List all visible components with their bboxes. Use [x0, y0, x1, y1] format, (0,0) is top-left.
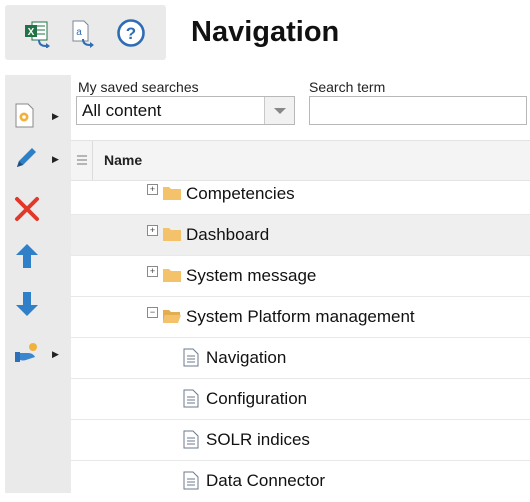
top-toolbar: X a ? — [5, 5, 166, 60]
column-menu-icon[interactable] — [75, 152, 89, 168]
search-term-label: Search term — [309, 79, 386, 95]
delete-icon — [15, 197, 39, 221]
translate-export-icon[interactable]: a — [69, 18, 99, 48]
collapse-icon[interactable]: − — [147, 307, 158, 318]
assign-button[interactable]: ▶ — [5, 333, 71, 373]
tree-row-solr-indices[interactable]: SOLR indices — [71, 420, 530, 461]
dropdown-arrow-icon: ▶ — [52, 154, 59, 164]
assign-icon — [15, 343, 37, 362]
tree-row-label: System message — [186, 266, 317, 285]
saved-searches-value: All content — [82, 101, 162, 120]
tree-row-label: System Platform management — [186, 307, 415, 326]
move-down-button[interactable] — [5, 283, 71, 323]
dropdown-arrow-icon: ▶ — [52, 349, 59, 359]
expand-icon[interactable]: + — [147, 225, 158, 236]
folder-icon — [163, 228, 181, 241]
page-icon — [183, 471, 199, 490]
tree-row-label: Dashboard — [186, 225, 270, 244]
tree-row-configuration[interactable]: Configuration — [71, 379, 530, 420]
svg-text:a: a — [76, 27, 82, 38]
chevron-down-icon[interactable] — [264, 97, 294, 124]
svg-text:?: ? — [126, 24, 136, 43]
tree-row-competencies[interactable]: + Competencies — [71, 174, 530, 215]
new-item-button[interactable]: ▶ — [5, 95, 71, 135]
page-title: Navigation — [191, 16, 340, 48]
dropdown-arrow-icon: ▶ — [52, 111, 59, 121]
page-icon — [183, 348, 199, 367]
tree-row-label: Navigation — [206, 348, 287, 367]
expand-icon[interactable]: + — [147, 184, 158, 195]
tree-row-system-platform-management[interactable]: − System Platform management — [71, 297, 530, 338]
saved-searches-select[interactable]: All content — [76, 96, 295, 125]
new-item-icon — [15, 103, 34, 128]
folder-icon — [163, 187, 181, 200]
tree-row-system-message[interactable]: + System message — [71, 256, 530, 297]
page-icon — [183, 389, 199, 408]
tree-row-label: Data Connector — [206, 471, 326, 490]
help-icon[interactable]: ? — [116, 18, 146, 48]
expand-icon[interactable]: + — [147, 266, 158, 277]
svg-text:X: X — [28, 27, 35, 38]
tree-row-data-connector[interactable]: Data Connector — [71, 461, 530, 502]
edit-icon — [17, 148, 36, 167]
edit-button[interactable]: ▶ — [5, 138, 71, 178]
column-header-name[interactable]: Name — [104, 152, 142, 168]
open-folder-icon — [163, 310, 181, 323]
saved-searches-label: My saved searches — [78, 79, 199, 95]
move-up-icon — [16, 244, 38, 268]
folder-icon — [163, 269, 181, 282]
move-down-icon — [16, 292, 38, 316]
tree-row-navigation[interactable]: Navigation — [71, 338, 530, 379]
tree-row-label: SOLR indices — [206, 430, 310, 449]
tree-row-label: Configuration — [206, 389, 308, 408]
move-up-button[interactable] — [5, 235, 71, 275]
tree-row-label: Competencies — [186, 184, 295, 203]
delete-button[interactable] — [5, 189, 71, 229]
left-toolbar: ▶ ▶ ▶ — [5, 75, 71, 493]
page-icon — [183, 430, 199, 449]
search-term-input[interactable] — [309, 96, 527, 125]
tree-row-dashboard[interactable]: + Dashboard — [71, 215, 530, 256]
excel-export-icon[interactable]: X — [23, 18, 53, 48]
